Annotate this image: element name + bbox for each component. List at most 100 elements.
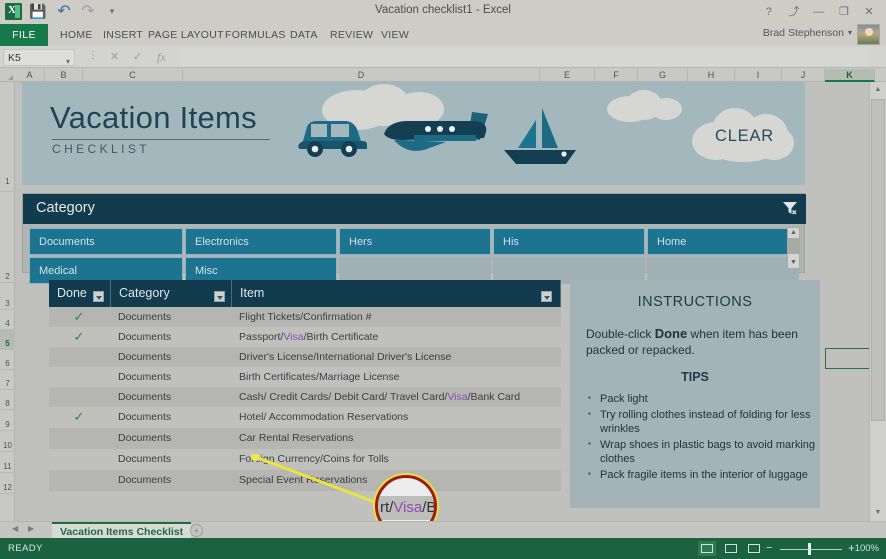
formula-input[interactable]	[180, 49, 868, 66]
select-all-corner[interactable]	[0, 69, 15, 82]
row-header-8[interactable]: 8	[0, 390, 15, 410]
scroll-up-icon[interactable]: ▲	[870, 82, 886, 98]
table-row[interactable]: Documents Car Rental Reservations	[49, 428, 561, 449]
row-header-2[interactable]: 2	[0, 192, 15, 283]
column-header-h[interactable]: H	[688, 69, 735, 82]
zoom-out-icon[interactable]: −	[766, 542, 772, 554]
next-sheet-icon[interactable]: ▶	[28, 524, 34, 533]
slicer-item-documents[interactable]: Documents	[29, 228, 183, 255]
table-row[interactable]: Documents Cash/ Credit Cards/ Debit Card…	[49, 387, 561, 407]
done-cell[interactable]	[49, 367, 109, 387]
slicer-scroll-down-icon[interactable]: ▼	[788, 258, 799, 268]
clear-button-label[interactable]: CLEAR	[692, 108, 797, 164]
done-cell[interactable]	[49, 387, 109, 407]
tab-home[interactable]: HOME	[60, 24, 93, 46]
row-header-1[interactable]: 1	[0, 82, 15, 192]
table-row[interactable]: ✓ Documents Flight Tickets/Confirmation …	[49, 307, 561, 327]
column-header-d[interactable]: D	[183, 69, 540, 82]
clear-filter-icon[interactable]	[782, 200, 798, 216]
page-layout-view-icon[interactable]	[722, 541, 740, 556]
slicer-item-his[interactable]: His	[493, 228, 645, 255]
add-sheet-icon[interactable]: +	[190, 524, 203, 537]
avatar[interactable]	[857, 24, 880, 45]
done-cell[interactable]	[49, 347, 109, 367]
help-icon[interactable]: ?	[758, 6, 780, 18]
worksheet-canvas[interactable]: Vacation Items CHECKLIST CLEAR Category …	[15, 82, 869, 521]
slicer-item-home[interactable]: Home	[647, 228, 799, 255]
normal-view-icon[interactable]	[698, 541, 716, 556]
category-slicer[interactable]: Category Documents Electronics Hers His …	[22, 193, 806, 284]
slicer-scrollbar[interactable]: ▲ ▼	[787, 227, 800, 269]
row-header-10[interactable]: 10	[0, 431, 15, 452]
column-header-c[interactable]: C	[83, 69, 183, 82]
slicer-item-electronics[interactable]: Electronics	[185, 228, 337, 255]
zoom-level-label[interactable]: 100%	[855, 543, 879, 554]
previous-sheet-icon[interactable]: ◀	[12, 524, 18, 533]
done-cell[interactable]	[49, 470, 109, 490]
clear-button[interactable]: CLEAR	[692, 108, 797, 164]
done-cell[interactable]: ✓	[49, 327, 109, 347]
column-header-a[interactable]: A	[15, 69, 45, 82]
slicer-scroll-up-icon[interactable]: ▲	[788, 228, 799, 238]
tab-formulas[interactable]: FORMULAS	[225, 24, 286, 46]
row-header-9[interactable]: 9	[0, 410, 15, 431]
vertical-scrollbar[interactable]: ▲ ▼	[869, 82, 886, 521]
table-row[interactable]: Documents Foreign Currency/Coins for Tol…	[49, 449, 561, 470]
done-cell[interactable]: ✓	[49, 307, 109, 327]
tab-page-layout[interactable]: PAGE LAYOUT	[148, 24, 224, 46]
done-cell[interactable]	[49, 428, 109, 448]
cancel-icon[interactable]: ✕	[110, 50, 119, 63]
column-header-e[interactable]: E	[540, 69, 595, 82]
minimize-icon[interactable]: —	[808, 6, 830, 18]
table-row[interactable]: Documents Special Event Reservations	[49, 470, 561, 491]
row-header-11[interactable]: 11	[0, 452, 15, 473]
visa-hyperlink[interactable]: Visa	[283, 331, 303, 343]
zoom-slider-thumb[interactable]	[808, 543, 811, 555]
row-header-7[interactable]: 7	[0, 370, 15, 390]
column-header-f[interactable]: F	[595, 69, 638, 82]
row-header-12[interactable]: 12	[0, 473, 15, 494]
row-header-5[interactable]: 5	[0, 330, 15, 350]
expand-formula-dots-icon[interactable]: ⋮	[88, 50, 98, 61]
name-box-caret-icon[interactable]: ▾	[66, 54, 70, 70]
filter-dropdown-icon-item[interactable]	[541, 291, 552, 302]
name-box[interactable]: K5 ▾	[3, 49, 75, 66]
table-row[interactable]: Documents Birth Certificates/Marriage Li…	[49, 367, 561, 387]
user-account-name[interactable]: Brad Stephenson	[763, 27, 844, 39]
done-cell[interactable]: ✓	[49, 407, 109, 427]
row-header-3[interactable]: 3	[0, 283, 15, 310]
done-cell[interactable]	[49, 449, 109, 469]
user-account-caret-icon[interactable]: ▾	[848, 28, 852, 37]
vertical-scroll-thumb[interactable]	[871, 99, 885, 421]
visa-hyperlink[interactable]: Visa	[447, 391, 467, 403]
column-header-b[interactable]: B	[45, 69, 83, 82]
enter-icon[interactable]: ✓	[133, 50, 142, 63]
restore-icon[interactable]: ❐	[833, 5, 855, 18]
table-row[interactable]: ✓ Documents Hotel/ Accommodation Reserva…	[49, 407, 561, 428]
table-row[interactable]: ✓ Documents Passport/Visa/Birth Certific…	[49, 327, 561, 347]
slicer-item-hers[interactable]: Hers	[339, 228, 491, 255]
tab-insert[interactable]: INSERT	[103, 24, 143, 46]
zoom-slider-track[interactable]	[780, 549, 842, 550]
filter-dropdown-icon-category[interactable]	[214, 291, 225, 302]
column-header-i[interactable]: I	[735, 69, 782, 82]
column-header-k[interactable]: K	[825, 69, 875, 82]
close-icon[interactable]: ✕	[858, 5, 880, 18]
row-header-6[interactable]: 6	[0, 350, 15, 370]
ribbon-display-options-icon[interactable]: ⤴	[783, 3, 805, 19]
column-header-g[interactable]: G	[638, 69, 688, 82]
filter-dropdown-icon-done[interactable]	[93, 291, 104, 302]
scroll-down-icon[interactable]: ▼	[870, 505, 886, 521]
insert-function-icon[interactable]: fx	[157, 50, 166, 65]
tab-view[interactable]: VIEW	[381, 24, 409, 46]
selected-cell-k5[interactable]	[825, 348, 869, 369]
table-row[interactable]: Documents Driver's License/International…	[49, 347, 561, 367]
tab-file[interactable]: FILE	[0, 24, 48, 46]
slicer-scroll-thumb[interactable]	[788, 238, 799, 254]
page-break-view-icon[interactable]	[745, 541, 763, 556]
tab-data[interactable]: DATA	[290, 24, 318, 46]
tab-review[interactable]: REVIEW	[330, 24, 373, 46]
sheet-tab-vacation-items-checklist[interactable]: Vacation Items Checklist	[52, 522, 192, 539]
column-header-j[interactable]: J	[782, 69, 825, 82]
row-header-4[interactable]: 4	[0, 310, 15, 330]
